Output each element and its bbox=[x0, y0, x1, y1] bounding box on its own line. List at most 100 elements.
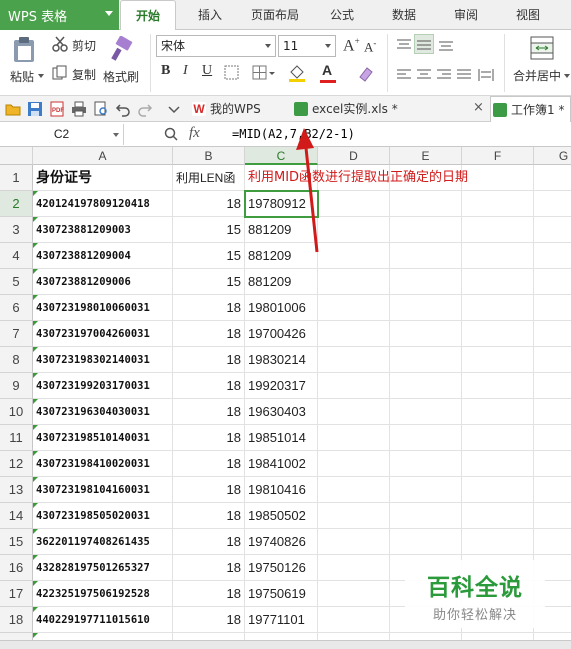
cell-c18[interactable]: 19771101 bbox=[245, 607, 318, 633]
cell-e6[interactable] bbox=[390, 295, 462, 321]
cell-d9[interactable] bbox=[318, 373, 390, 399]
column-header-g[interactable]: G bbox=[534, 147, 571, 165]
close-icon[interactable]: × bbox=[473, 100, 484, 115]
column-header-b[interactable]: B bbox=[173, 147, 245, 165]
font-color-button[interactable]: A bbox=[318, 62, 342, 84]
cell-d17[interactable] bbox=[318, 581, 390, 607]
cell-b12[interactable]: 18 bbox=[173, 451, 245, 477]
search-icon[interactable] bbox=[164, 127, 178, 141]
cell-g11[interactable] bbox=[534, 425, 571, 451]
justify-icon[interactable] bbox=[456, 68, 472, 82]
row-header[interactable]: 4 bbox=[0, 243, 33, 269]
cell-b15[interactable]: 18 bbox=[173, 529, 245, 555]
cell-a7[interactable]: 430723197004260031 bbox=[33, 321, 173, 347]
cell-g5[interactable] bbox=[534, 269, 571, 295]
tab-page-layout[interactable]: 页面布局 bbox=[242, 0, 308, 30]
font-size-select[interactable]: 11 bbox=[278, 35, 336, 57]
cell-b11[interactable]: 18 bbox=[173, 425, 245, 451]
cell-a2[interactable]: 420124197809120418 bbox=[33, 191, 173, 217]
cell-d4[interactable] bbox=[318, 243, 390, 269]
cell-a6[interactable]: 430723198010060031 bbox=[33, 295, 173, 321]
cell-e15[interactable] bbox=[390, 529, 462, 555]
cell-a8[interactable]: 430723198302140031 bbox=[33, 347, 173, 373]
cell-b4[interactable]: 15 bbox=[173, 243, 245, 269]
format-painter-button[interactable]: 格式刷 bbox=[103, 34, 147, 90]
cell-c3[interactable]: 881209 bbox=[245, 217, 318, 243]
row-header[interactable]: 17 bbox=[0, 581, 33, 607]
cell-a18[interactable]: 440229197711015610 bbox=[33, 607, 173, 633]
row-header[interactable]: 3 bbox=[0, 217, 33, 243]
column-header-a[interactable]: A bbox=[33, 147, 173, 165]
cell-e7[interactable] bbox=[390, 321, 462, 347]
cell-d13[interactable] bbox=[318, 477, 390, 503]
table-border-icon[interactable] bbox=[252, 65, 276, 81]
align-right-icon[interactable] bbox=[436, 68, 452, 82]
row-header[interactable]: 11 bbox=[0, 425, 33, 451]
cell-d11[interactable] bbox=[318, 425, 390, 451]
cell-c9[interactable]: 19920317 bbox=[245, 373, 318, 399]
row-header[interactable]: 9 bbox=[0, 373, 33, 399]
cell-a14[interactable]: 430723198505020031 bbox=[33, 503, 173, 529]
column-header-f[interactable]: F bbox=[462, 147, 534, 165]
column-header-e[interactable]: E bbox=[390, 147, 462, 165]
cell-c17[interactable]: 19750619 bbox=[245, 581, 318, 607]
cell-e2[interactable] bbox=[390, 191, 462, 217]
cell-b5[interactable]: 15 bbox=[173, 269, 245, 295]
cell-g13[interactable] bbox=[534, 477, 571, 503]
italic-button[interactable]: I bbox=[183, 63, 188, 79]
align-bottom-icon[interactable] bbox=[438, 38, 454, 52]
cell-a5[interactable]: 430723881209006 bbox=[33, 269, 173, 295]
cell-b6[interactable]: 18 bbox=[173, 295, 245, 321]
tab-my-wps[interactable]: W 我的WPS bbox=[190, 96, 285, 122]
cell-c8[interactable]: 19830214 bbox=[245, 347, 318, 373]
cell-f10[interactable] bbox=[462, 399, 534, 425]
tab-insert[interactable]: 插入 bbox=[186, 0, 234, 30]
tab-excel-file[interactable]: excel实例.xls * bbox=[292, 96, 460, 122]
cell-e14[interactable] bbox=[390, 503, 462, 529]
cell-f15[interactable] bbox=[462, 529, 534, 555]
cell-b8[interactable]: 18 bbox=[173, 347, 245, 373]
cell-d12[interactable] bbox=[318, 451, 390, 477]
tab-review[interactable]: 审阅 bbox=[442, 0, 490, 30]
row-header[interactable]: 19 bbox=[0, 633, 33, 640]
cell-g2[interactable] bbox=[534, 191, 571, 217]
cell-d18[interactable] bbox=[318, 607, 390, 633]
column-header-c[interactable]: C bbox=[245, 147, 318, 165]
cell-f12[interactable] bbox=[462, 451, 534, 477]
cell-g4[interactable] bbox=[534, 243, 571, 269]
select-all-corner[interactable] bbox=[0, 147, 33, 165]
cell-c7[interactable]: 19700426 bbox=[245, 321, 318, 347]
cell-b10[interactable]: 18 bbox=[173, 399, 245, 425]
clear-format-icon[interactable] bbox=[357, 64, 377, 82]
cell-g6[interactable] bbox=[534, 295, 571, 321]
cell-f1[interactable] bbox=[462, 165, 534, 191]
cell-d16[interactable] bbox=[318, 555, 390, 581]
underline-button[interactable]: U bbox=[202, 63, 212, 79]
copy-button[interactable]: 复制 bbox=[52, 64, 102, 84]
cell-g10[interactable] bbox=[534, 399, 571, 425]
cell-f4[interactable] bbox=[462, 243, 534, 269]
row-header[interactable]: 7 bbox=[0, 321, 33, 347]
row-header[interactable]: 8 bbox=[0, 347, 33, 373]
tab-formulas[interactable]: 公式 bbox=[318, 0, 366, 30]
cell-d15[interactable] bbox=[318, 529, 390, 555]
cell-c6[interactable]: 19801006 bbox=[245, 295, 318, 321]
cell-g14[interactable] bbox=[534, 503, 571, 529]
cell-g1[interactable] bbox=[534, 165, 571, 191]
cell-c13[interactable]: 19810416 bbox=[245, 477, 318, 503]
cell-b1[interactable]: 利用LEN函 bbox=[173, 165, 245, 191]
cell-d19[interactable] bbox=[318, 633, 390, 640]
cell-a13[interactable]: 430723198104160031 bbox=[33, 477, 173, 503]
name-box[interactable]: C2 bbox=[0, 124, 124, 145]
cell-d14[interactable] bbox=[318, 503, 390, 529]
cell-b9[interactable]: 18 bbox=[173, 373, 245, 399]
cell-c11[interactable]: 19851014 bbox=[245, 425, 318, 451]
cell-g8[interactable] bbox=[534, 347, 571, 373]
cell-a9[interactable]: 430723199203170031 bbox=[33, 373, 173, 399]
cell-a11[interactable]: 430723198510140031 bbox=[33, 425, 173, 451]
cell-a15[interactable]: 362201197408261435 bbox=[33, 529, 173, 555]
cell-f2[interactable] bbox=[462, 191, 534, 217]
cell-f7[interactable] bbox=[462, 321, 534, 347]
cell-b7[interactable]: 18 bbox=[173, 321, 245, 347]
print-preview-icon[interactable] bbox=[93, 101, 109, 117]
